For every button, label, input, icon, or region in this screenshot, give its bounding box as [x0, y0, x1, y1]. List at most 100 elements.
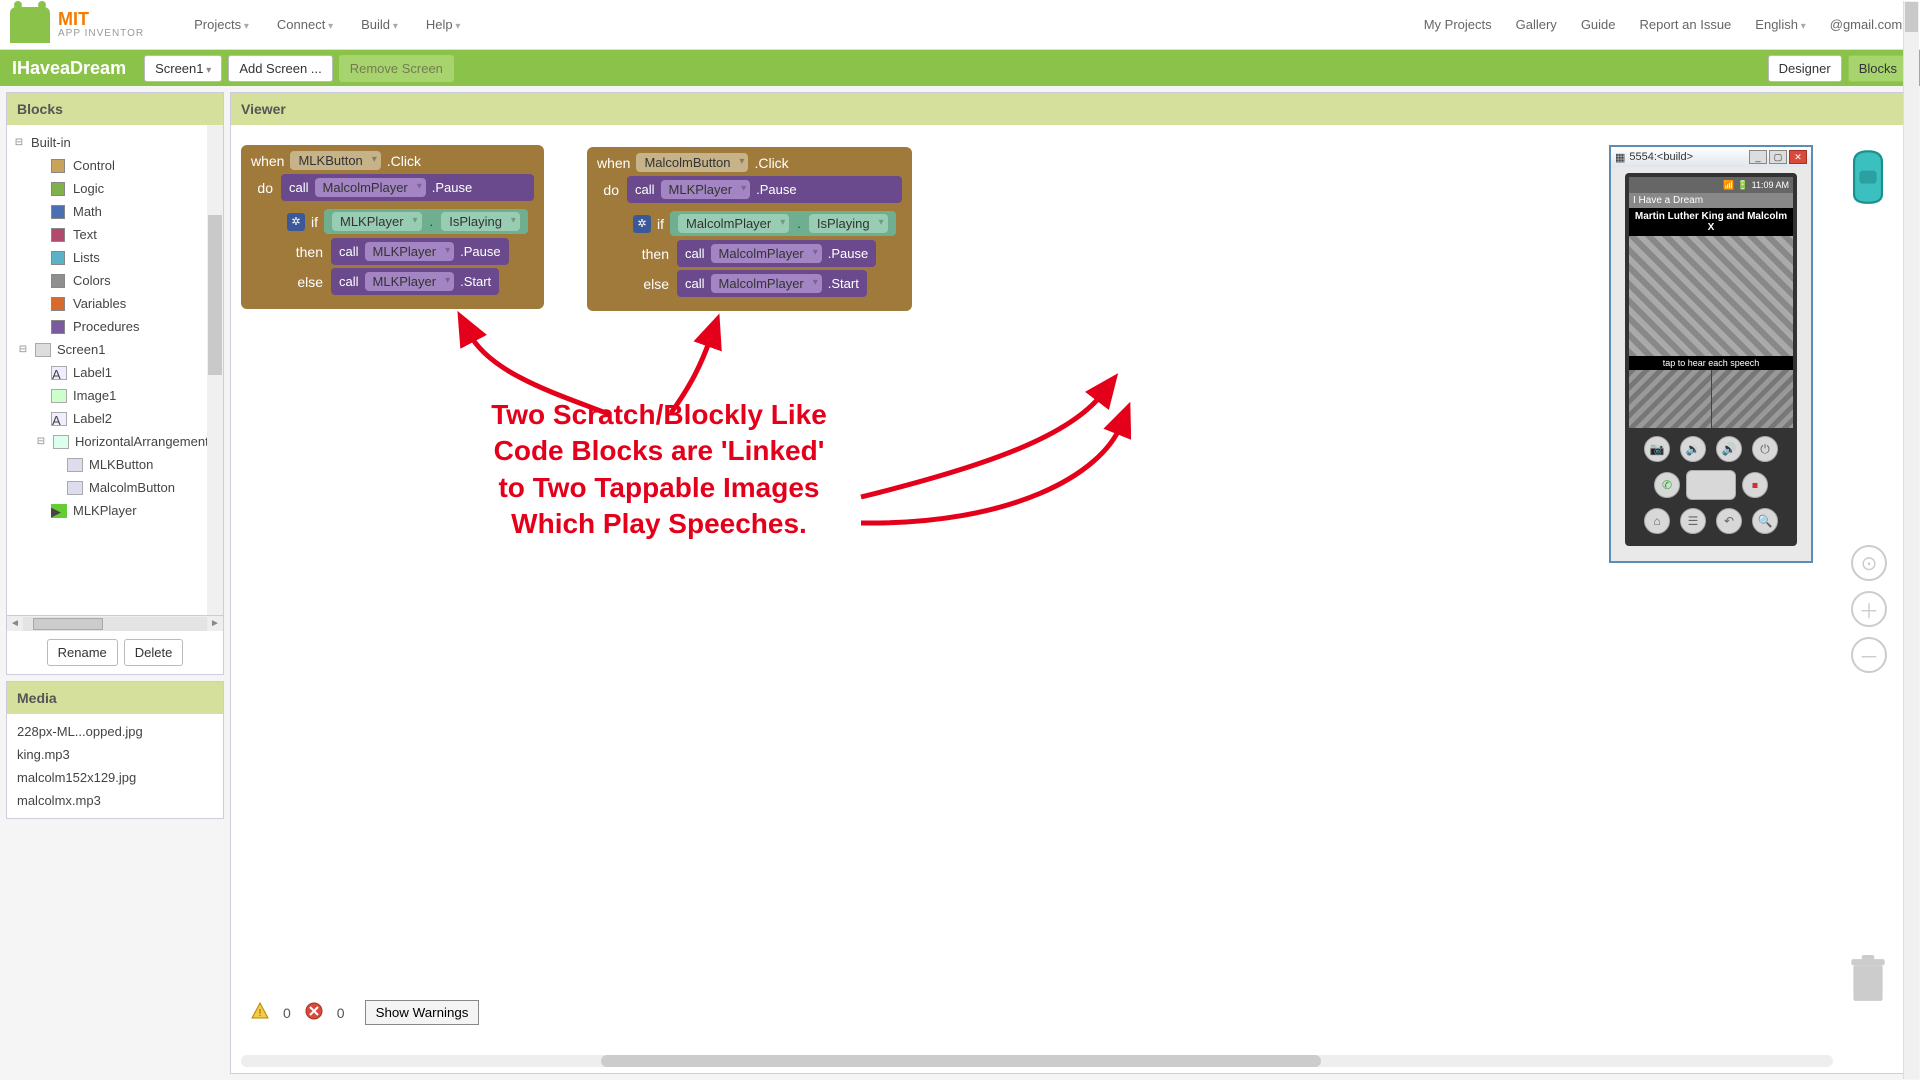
scrollbar-thumb[interactable] — [33, 618, 103, 630]
close-icon[interactable]: ✕ — [1789, 150, 1807, 164]
menu-user[interactable]: @gmail.com — [1830, 17, 1910, 32]
add-screen-button[interactable]: Add Screen ... — [228, 55, 332, 82]
app-main-image[interactable] — [1629, 236, 1793, 356]
tree-category-control[interactable]: Control — [11, 154, 219, 177]
media-item[interactable]: malcolmx.mp3 — [17, 789, 213, 812]
player-dropdown[interactable]: MalcolmPlayer — [678, 214, 789, 233]
zoom-out-icon[interactable]: － — [1851, 637, 1887, 673]
player-dropdown[interactable]: MLKPlayer — [661, 180, 751, 199]
menu-projects[interactable]: Projects — [194, 17, 249, 32]
tree-mlkbutton[interactable]: MLKButton — [11, 453, 219, 476]
when-block[interactable]: when MalcolmButton .Click do call MLKPla… — [587, 147, 912, 311]
tree-screen[interactable]: ⊟ Screen1 — [11, 338, 219, 361]
tree-category-logic[interactable]: Logic — [11, 177, 219, 200]
menu-icon[interactable]: ☰ — [1680, 508, 1706, 534]
block-stack-malcolm[interactable]: when MalcolmButton .Click do call MLKPla… — [587, 147, 912, 311]
show-warnings-button[interactable]: Show Warnings — [365, 1000, 480, 1025]
menu-language[interactable]: English — [1755, 17, 1805, 32]
media-item[interactable]: malcolm152x129.jpg — [17, 766, 213, 789]
tree-category-lists[interactable]: Lists — [11, 246, 219, 269]
home-icon[interactable]: ⌂ — [1644, 508, 1670, 534]
collapse-icon[interactable]: ⊟ — [13, 137, 25, 148]
if-block[interactable]: ✲ if MalcolmPlayer . IsPlaying t — [627, 207, 902, 301]
tree-category-colors[interactable]: Colors — [11, 269, 219, 292]
logo[interactable]: MIT APP INVENTOR — [10, 7, 144, 43]
call-block[interactable]: call MLKPlayer .Pause — [627, 176, 902, 203]
app-mlk-image[interactable] — [1629, 370, 1711, 428]
power-icon[interactable]: ⏻ — [1752, 436, 1778, 462]
blocks-hscrollbar[interactable]: ◄ ► — [7, 615, 223, 631]
scrollbar-thumb[interactable] — [208, 215, 222, 375]
player-dropdown[interactable]: MLKPlayer — [332, 212, 422, 231]
blocks-vscrollbar[interactable] — [207, 125, 223, 615]
tree-category-variables[interactable]: Variables — [11, 292, 219, 315]
tree-comp-label2[interactable]: ALabel2 — [11, 407, 219, 430]
call-block[interactable]: call MalcolmPlayer .Pause — [677, 240, 876, 267]
call-block[interactable]: call MLKPlayer .Start — [331, 268, 499, 295]
call-block[interactable]: call MalcolmPlayer .Pause — [281, 174, 534, 201]
player-dropdown[interactable]: MLKPlayer — [365, 242, 455, 261]
menu-myprojects[interactable]: My Projects — [1424, 17, 1492, 32]
property-dropdown[interactable]: IsPlaying — [809, 214, 888, 233]
menu-help[interactable]: Help — [426, 17, 461, 32]
call-icon[interactable]: ✆ — [1654, 472, 1680, 498]
dpad[interactable] — [1686, 470, 1736, 500]
remove-screen-button[interactable]: Remove Screen — [339, 55, 454, 82]
volume-down-icon[interactable]: 🔉 — [1680, 436, 1706, 462]
tree-category-text[interactable]: Text — [11, 223, 219, 246]
when-block[interactable]: when MLKButton .Click do call MalcolmPla… — [241, 145, 544, 309]
tree-builtin[interactable]: ⊟ Built-in — [11, 131, 219, 154]
menu-report[interactable]: Report an Issue — [1640, 17, 1732, 32]
tree-comp-image1[interactable]: Image1 — [11, 384, 219, 407]
tree-comp-label1[interactable]: ALabel1 — [11, 361, 219, 384]
viewer-hscrollbar[interactable] — [241, 1055, 1833, 1067]
tree-mlkplayer[interactable]: ▶MLKPlayer — [11, 499, 219, 522]
phone-screen[interactable]: 📶 🔋 11:09 AM I Have a Dream Martin Luthe… — [1629, 177, 1793, 428]
tree-category-math[interactable]: Math — [11, 200, 219, 223]
condition-block[interactable]: MLKPlayer . IsPlaying — [324, 209, 528, 234]
gear-icon[interactable]: ✲ — [633, 215, 651, 233]
app-malcolm-image[interactable] — [1711, 370, 1794, 428]
if-block[interactable]: ✲ if MLKPlayer . IsPlaying then — [281, 205, 534, 299]
blocks-canvas[interactable]: when MLKButton .Click do call MalcolmPla… — [231, 125, 1913, 1073]
scrollbar-thumb[interactable] — [601, 1055, 1321, 1067]
media-item[interactable]: king.mp3 — [17, 743, 213, 766]
property-dropdown[interactable]: IsPlaying — [441, 212, 520, 231]
call-block[interactable]: call MalcolmPlayer .Start — [677, 270, 867, 297]
designer-button[interactable]: Designer — [1768, 55, 1842, 82]
player-dropdown[interactable]: MalcolmPlayer — [711, 274, 822, 293]
component-dropdown[interactable]: MLKButton — [290, 151, 380, 170]
menu-guide[interactable]: Guide — [1581, 17, 1616, 32]
player-dropdown[interactable]: MLKPlayer — [365, 272, 455, 291]
back-icon[interactable]: ↶ — [1716, 508, 1742, 534]
volume-up-icon[interactable]: 🔊 — [1716, 436, 1742, 462]
blocks-button[interactable]: Blocks — [1848, 55, 1908, 82]
scroll-right-icon[interactable]: ► — [207, 618, 223, 629]
search-icon[interactable]: 🔍 — [1752, 508, 1778, 534]
rename-button[interactable]: Rename — [47, 639, 118, 666]
tree-malcolmbutton[interactable]: MalcolmButton — [11, 476, 219, 499]
component-dropdown[interactable]: MalcolmButton — [636, 153, 748, 172]
condition-block[interactable]: MalcolmPlayer . IsPlaying — [670, 211, 896, 236]
backpack-icon[interactable] — [1841, 147, 1895, 205]
minimize-icon[interactable]: _ — [1749, 150, 1767, 164]
menu-connect[interactable]: Connect — [277, 17, 333, 32]
screen-dropdown[interactable]: Screen1 — [144, 55, 222, 82]
menu-build[interactable]: Build — [361, 17, 398, 32]
scroll-left-icon[interactable]: ◄ — [7, 618, 23, 629]
collapse-icon[interactable]: ⊟ — [17, 344, 29, 355]
gear-icon[interactable]: ✲ — [287, 213, 305, 231]
hangup-icon[interactable]: ⏹ — [1742, 472, 1768, 498]
blocks-tree[interactable]: ⊟ Built-in ControlLogicMathTextListsColo… — [7, 125, 223, 615]
emulator-titlebar[interactable]: ▦ 5554:<build> _ ▢ ✕ — [1611, 147, 1811, 167]
scrollbar-thumb[interactable] — [1905, 2, 1918, 32]
menu-gallery[interactable]: Gallery — [1516, 17, 1557, 32]
recenter-icon[interactable]: ⊙ — [1851, 545, 1887, 581]
collapse-icon[interactable]: ⊟ — [35, 436, 47, 447]
delete-button[interactable]: Delete — [124, 639, 184, 666]
block-stack-mlk[interactable]: when MLKButton .Click do call MalcolmPla… — [241, 145, 544, 309]
trash-icon[interactable] — [1847, 955, 1889, 1003]
camera-icon[interactable]: 📷 — [1644, 436, 1670, 462]
call-block[interactable]: call MLKPlayer .Pause — [331, 238, 509, 265]
player-dropdown[interactable]: MalcolmPlayer — [711, 244, 822, 263]
